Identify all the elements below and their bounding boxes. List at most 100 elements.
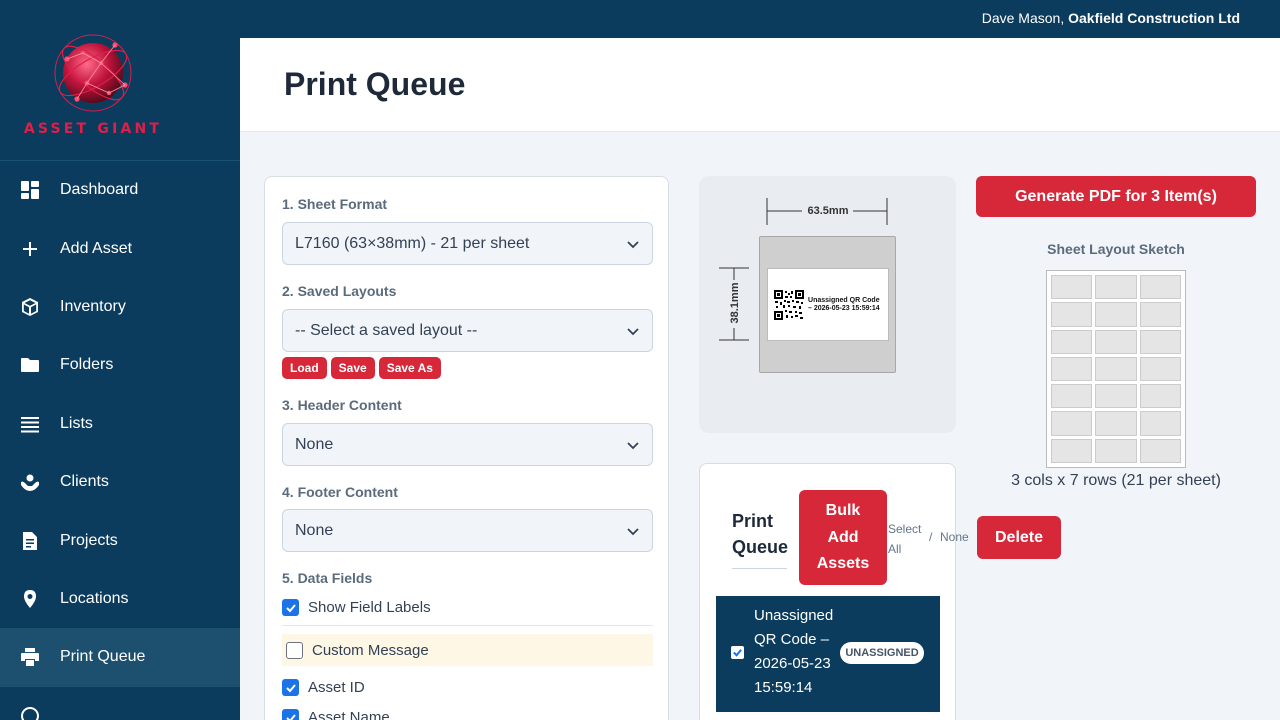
print-queue-card: Print Queue Bulk Add Assets Select All /…	[699, 463, 969, 720]
label-height-dimension: 38.1mm	[729, 282, 741, 324]
custom-message-label: Custom Message	[312, 641, 429, 659]
header-content-heading: 3. Header Content	[282, 397, 402, 413]
top-bar: Dave Mason, Oakfield Construction Ltd	[240, 0, 1280, 38]
asset-name-label: Asset Name	[308, 709, 390, 720]
sidebar-item-lists[interactable]: Lists	[0, 395, 240, 453]
checkbox-checked-icon	[282, 709, 299, 720]
bulk-add-line1: Bulk	[825, 502, 861, 519]
circle-icon	[20, 706, 40, 720]
sheet-format-select[interactable]: L7160 (63×38mm) - 21 per sheet	[282, 222, 653, 265]
chevron-down-icon	[627, 327, 639, 335]
sketch-label-cell	[1095, 356, 1137, 382]
checkbox-unchecked-icon	[286, 641, 303, 659]
delete-button[interactable]: Delete	[977, 516, 1061, 559]
sheet-layout-sketch-title: Sheet Layout Sketch	[1047, 241, 1185, 257]
queue-item-name-line2: QR Code –	[754, 631, 830, 648]
sidebar-item-locations[interactable]: Locations	[0, 570, 240, 628]
footer-content-heading: 4. Footer Content	[282, 484, 398, 500]
sketch-label-cell	[1139, 384, 1181, 409]
sketch-label-cell	[1139, 302, 1181, 327]
asset-name-checkbox[interactable]: Asset Name	[282, 709, 653, 720]
bulk-add-assets-button[interactable]: Bulk Add Assets	[799, 490, 887, 585]
select-none-link[interactable]: None	[940, 530, 969, 544]
sketch-label-cell	[1095, 384, 1137, 409]
sketch-label-cell	[1139, 411, 1181, 436]
sidebar-item-folders[interactable]: Folders	[0, 336, 240, 394]
sidebar-item-projects[interactable]: Projects	[0, 511, 240, 569]
sidebar-item-label: Clients	[60, 473, 109, 491]
sheet-format-value: L7160 (63×38mm) - 21 per sheet	[295, 234, 530, 252]
handshake-icon	[20, 472, 40, 492]
data-fields-heading: 5. Data Fields	[282, 570, 373, 586]
saved-layouts-heading: 2. Saved Layouts	[282, 283, 397, 299]
sidebar-item-print-queue[interactable]: Print Queue	[0, 628, 240, 687]
sketch-label-cell	[1051, 438, 1093, 463]
document-icon	[20, 531, 40, 551]
sidebar-item-clients[interactable]: Clients	[0, 453, 240, 511]
label-width-dimension: 63.5mm	[807, 205, 849, 217]
user-info[interactable]: Dave Mason, Oakfield Construction Ltd	[982, 10, 1240, 26]
saved-layouts-select[interactable]: -- Select a saved layout --	[282, 309, 653, 352]
status-badge: UNASSIGNED	[840, 642, 924, 664]
sidebar-item-label: Locations	[60, 589, 129, 607]
sketch-label-cell	[1139, 356, 1181, 382]
queue-item-name: Unassigned QR Code – 2026-05-23 15:59:14	[754, 604, 840, 700]
sketch-label-cell	[1051, 275, 1093, 300]
sidebar-item-add-asset[interactable]: Add Asset	[0, 219, 240, 277]
checkbox-checked-icon	[282, 599, 299, 616]
sketch-label-cell	[1095, 302, 1137, 327]
custom-message-checkbox[interactable]: Custom Message	[282, 634, 653, 666]
folder-icon	[20, 355, 40, 375]
sketch-label-cell	[1051, 384, 1093, 409]
sketch-label-cell	[1139, 438, 1181, 463]
printer-icon	[20, 647, 40, 667]
show-field-labels-label: Show Field Labels	[308, 599, 431, 616]
label-text-line2: – 2026-05-23 15:59:14	[808, 304, 880, 312]
location-pin-icon	[20, 589, 40, 609]
sidebar-item-label: Print Queue	[60, 648, 146, 666]
label-settings-panel: 1. Sheet Format L7160 (63×38mm) - 21 per…	[264, 176, 669, 720]
label-preview: 63.5mm 38.1mm Unassigned QR Code – 2026-…	[699, 176, 956, 433]
queue-item-name-line1: Unassigned	[754, 607, 834, 624]
globe-logo-icon	[54, 34, 132, 112]
queue-item[interactable]: Unassigned QR Code – 2026-05-23 15:59:14…	[716, 596, 940, 712]
generate-pdf-button[interactable]: Generate PDF for 3 Item(s)	[976, 176, 1256, 217]
divider	[282, 625, 653, 626]
save-layout-button[interactable]: Save	[330, 357, 375, 379]
brand-name: ASSET GIANT	[23, 121, 163, 137]
label-text-line1: Unassigned QR Code	[808, 296, 880, 304]
queue-item-checkbox[interactable]	[731, 646, 744, 659]
page-header: Print Queue	[240, 38, 1280, 132]
footer-content-value: None	[295, 521, 334, 539]
brand-logo[interactable]: ASSET GIANT	[0, 0, 240, 161]
checkbox-checked-icon	[282, 679, 299, 696]
label-sheet-preview: Unassigned QR Code – 2026-05-23 15:59:14	[759, 236, 896, 373]
save-as-layout-button[interactable]: Save As	[378, 357, 441, 379]
sheet-layout-caption: 3 cols x 7 rows (21 per sheet)	[1011, 472, 1221, 489]
queue-item-name-line3: 2026-05-23	[754, 655, 831, 672]
divider	[732, 568, 787, 569]
page-title: Print Queue	[284, 66, 466, 102]
sketch-label-cell	[1139, 275, 1181, 300]
show-field-labels-checkbox[interactable]: Show Field Labels	[282, 599, 653, 616]
sidebar-item-label: Lists	[60, 414, 93, 432]
sidebar-item-inventory[interactable]: Inventory	[0, 278, 240, 336]
chevron-down-icon	[627, 240, 639, 248]
sidebar-item-label: Inventory	[60, 297, 126, 315]
sketch-label-cell	[1095, 275, 1137, 300]
select-all-link[interactable]: Select All	[888, 519, 921, 559]
sketch-label-cell	[1095, 411, 1137, 436]
sidebar-item-more[interactable]	[0, 687, 240, 720]
sketch-label-cell	[1051, 302, 1093, 327]
asset-id-checkbox[interactable]: Asset ID	[282, 679, 653, 696]
header-content-select[interactable]: None	[282, 423, 653, 466]
user-name: Dave Mason,	[981, 10, 1065, 26]
plus-icon	[20, 239, 40, 259]
load-layout-button[interactable]: Load	[282, 357, 327, 379]
sidebar-item-dashboard[interactable]: Dashboard	[0, 161, 240, 219]
sheet-format-heading: 1. Sheet Format	[282, 196, 388, 212]
checkmark-icon	[733, 649, 742, 657]
footer-content-select[interactable]: None	[282, 509, 653, 552]
asset-id-label: Asset ID	[308, 679, 365, 696]
sidebar-item-label: Folders	[60, 356, 114, 374]
